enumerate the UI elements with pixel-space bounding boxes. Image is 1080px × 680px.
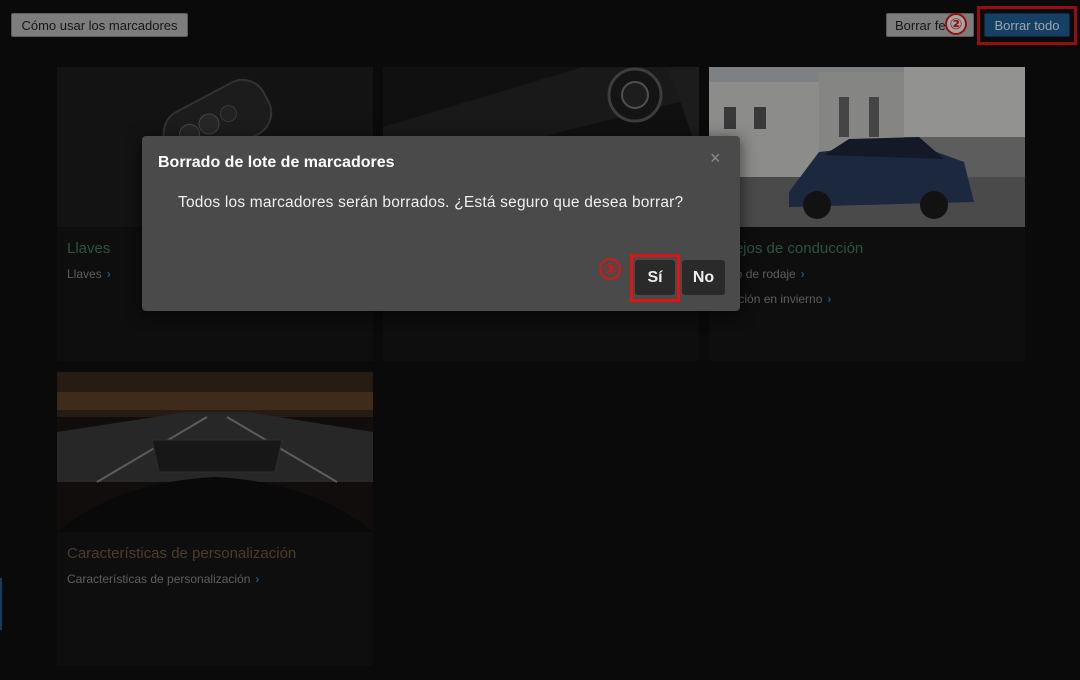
close-icon[interactable]: × (710, 148, 721, 169)
modal-overlay (0, 0, 1080, 680)
confirm-delete-dialog: Borrado de lote de marcadores × Todos lo… (142, 136, 740, 311)
callout-highlight-yes (630, 254, 680, 302)
no-button[interactable]: No (682, 260, 725, 295)
callout-number-3: ③ (599, 258, 621, 280)
dialog-message: Todos los marcadores serán borrados. ¿Es… (178, 194, 684, 211)
dialog-title: Borrado de lote de marcadores (158, 154, 395, 171)
